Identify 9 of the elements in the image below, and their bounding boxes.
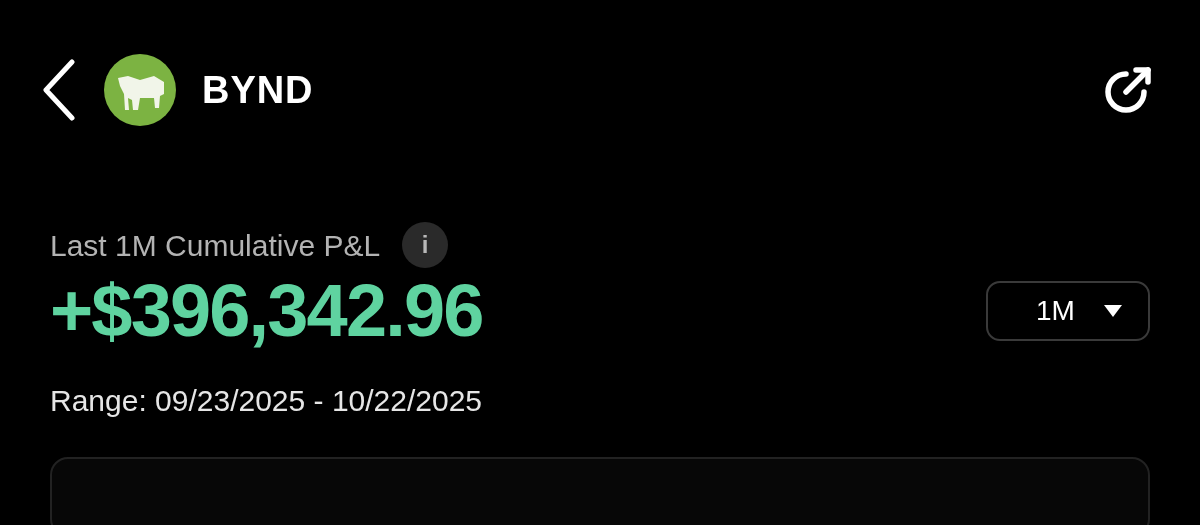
date-range: Range: 09/23/2025 - 10/22/2025 xyxy=(50,383,484,419)
pnl-value: +$396,342.96 xyxy=(50,274,483,348)
period-dropdown[interactable]: 1M xyxy=(986,281,1150,341)
caret-icon xyxy=(1104,305,1122,317)
ticker-symbol: BYND xyxy=(202,67,314,113)
info-button[interactable]: i xyxy=(402,222,449,268)
pnl-label: Last 1M Cumulative P&L xyxy=(50,227,381,264)
back-icon[interactable] xyxy=(42,59,76,121)
cow-logo-icon xyxy=(104,54,176,126)
